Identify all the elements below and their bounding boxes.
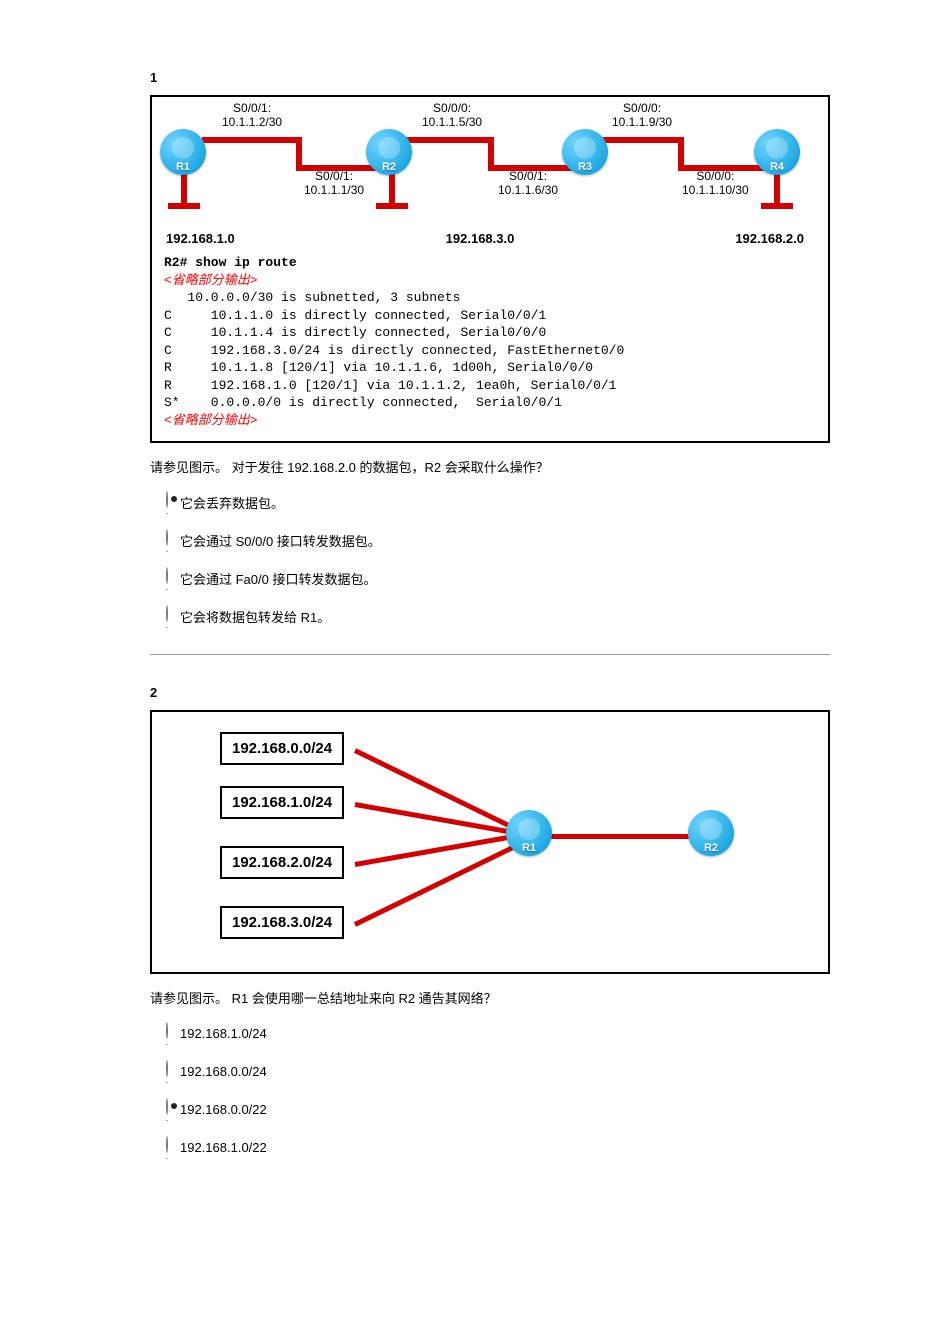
option-label: 192.168.0.0/24 xyxy=(180,1064,267,1079)
subnet-box: 192.168.2.0/24 xyxy=(220,846,344,879)
radio-icon xyxy=(166,567,168,584)
router-r2: R2 xyxy=(366,129,412,175)
subnet-box: 192.168.1.0/24 xyxy=(220,786,344,819)
router-r2: R2 xyxy=(688,810,734,856)
cli-prompt: R2# show ip route xyxy=(164,255,297,270)
cli-omitted: <省略部分输出> xyxy=(164,273,258,288)
router-label-r1: R1 xyxy=(176,161,190,173)
question-number-1: 1 xyxy=(150,70,830,85)
net-label: 192.168.1.0 xyxy=(166,231,235,246)
router-label-r4: R4 xyxy=(770,161,784,173)
option-label: 它会通过 Fa0/0 接口转发数据包。 xyxy=(180,569,376,588)
q1-option-1[interactable]: 它会丢弃数据包。 xyxy=(150,490,830,514)
cli-omitted: <省略部分输出> xyxy=(164,413,258,428)
q2-option-3[interactable]: 192.168.0.0/22 xyxy=(150,1097,830,1121)
option-label: 它会通过 S0/0/0 接口转发数据包。 xyxy=(180,531,381,550)
cli-line: C 192.168.3.0/24 is directly connected, … xyxy=(164,343,624,358)
cli-line: S* 0.0.0.0/0 is directly connected, Seri… xyxy=(164,395,562,410)
q1-option-3[interactable]: 它会通过 Fa0/0 接口转发数据包。 xyxy=(150,566,830,590)
option-label: 它会将数据包转发给 R1。 xyxy=(180,607,330,626)
q1-question-text: 请参见图示。 对于发往 192.168.2.0 的数据包，R2 会采取什么操作？ xyxy=(150,457,830,476)
question-number-2: 2 xyxy=(150,685,830,700)
cli-line: 10.0.0.0/30 is subnetted, 3 subnets xyxy=(164,290,460,305)
q1-lan-labels: 192.168.1.0 192.168.3.0 192.168.2.0 xyxy=(164,231,816,246)
if-label: S0/0/0:10.1.1.5/30 xyxy=(422,101,482,130)
cli-line: C 10.1.1.4 is directly connected, Serial… xyxy=(164,325,546,340)
radio-icon xyxy=(166,529,168,546)
radio-icon xyxy=(166,1136,168,1153)
radio-icon xyxy=(166,1060,168,1077)
q2-question-text: 请参见图示。 R1 会使用哪一总结地址来向 R2 通告其网络？ xyxy=(150,988,830,1007)
option-label: 192.168.0.0/22 xyxy=(180,1102,267,1117)
router-r3: R3 xyxy=(562,129,608,175)
router-label-r1: R1 xyxy=(522,842,536,854)
net-label: 192.168.3.0 xyxy=(446,231,515,246)
option-label: 192.168.1.0/22 xyxy=(180,1140,267,1155)
subnet-box: 192.168.3.0/24 xyxy=(220,906,344,939)
router-r1: R1 xyxy=(160,129,206,175)
cli-line: R 10.1.1.8 [120/1] via 10.1.1.6, 1d00h, … xyxy=(164,360,593,375)
q1-cli-output: R2# show ip route <省略部分输出> 10.0.0.0/30 i… xyxy=(164,254,816,429)
q1-exhibit: R1 R2 R3 R4 S0/0/1:10.1.1.2/30 S0/0/0:10… xyxy=(150,95,830,443)
q2-exhibit: 192.168.0.0/24 192.168.1.0/24 192.168.2.… xyxy=(150,710,830,974)
router-label-r2: R2 xyxy=(704,842,718,854)
if-label: S0/0/1:10.1.1.1/30 xyxy=(304,169,364,198)
radio-icon xyxy=(166,491,168,508)
q1-network-diagram: R1 R2 R3 R4 S0/0/1:10.1.1.2/30 S0/0/0:10… xyxy=(164,107,804,227)
subnet-box: 192.168.0.0/24 xyxy=(220,732,344,765)
router-r4: R4 xyxy=(754,129,800,175)
if-label: S0/0/0:10.1.1.9/30 xyxy=(612,101,672,130)
option-label: 它会丢弃数据包。 xyxy=(180,493,284,512)
if-label: S0/0/1:10.1.1.6/30 xyxy=(498,169,558,198)
radio-icon xyxy=(166,1098,168,1115)
radio-icon xyxy=(166,1022,168,1039)
option-label: 192.168.1.0/24 xyxy=(180,1026,267,1041)
q2-option-1[interactable]: 192.168.1.0/24 xyxy=(150,1021,830,1045)
q2-option-4[interactable]: 192.168.1.0/22 xyxy=(150,1135,830,1159)
q1-option-2[interactable]: 它会通过 S0/0/0 接口转发数据包。 xyxy=(150,528,830,552)
q2-network-diagram: 192.168.0.0/24 192.168.1.0/24 192.168.2.… xyxy=(210,726,770,956)
q2-options: 192.168.1.0/24 192.168.0.0/24 192.168.0.… xyxy=(150,1021,830,1159)
q1-options: 它会丢弃数据包。 它会通过 S0/0/0 接口转发数据包。 它会通过 Fa0/0… xyxy=(150,490,830,655)
router-r1: R1 xyxy=(506,810,552,856)
q1-option-4[interactable]: 它会将数据包转发给 R1。 xyxy=(150,604,830,628)
router-label-r2: R2 xyxy=(382,161,396,173)
router-label-r3: R3 xyxy=(578,161,592,173)
q2-option-2[interactable]: 192.168.0.0/24 xyxy=(150,1059,830,1083)
net-label: 192.168.2.0 xyxy=(735,231,804,246)
cli-line: C 10.1.1.0 is directly connected, Serial… xyxy=(164,308,546,323)
if-label: S0/0/1:10.1.1.2/30 xyxy=(222,101,282,130)
cli-line: R 192.168.1.0 [120/1] via 10.1.1.2, 1ea0… xyxy=(164,378,616,393)
if-label: S0/0/0:10.1.1.10/30 xyxy=(682,169,749,198)
radio-icon xyxy=(166,605,168,622)
